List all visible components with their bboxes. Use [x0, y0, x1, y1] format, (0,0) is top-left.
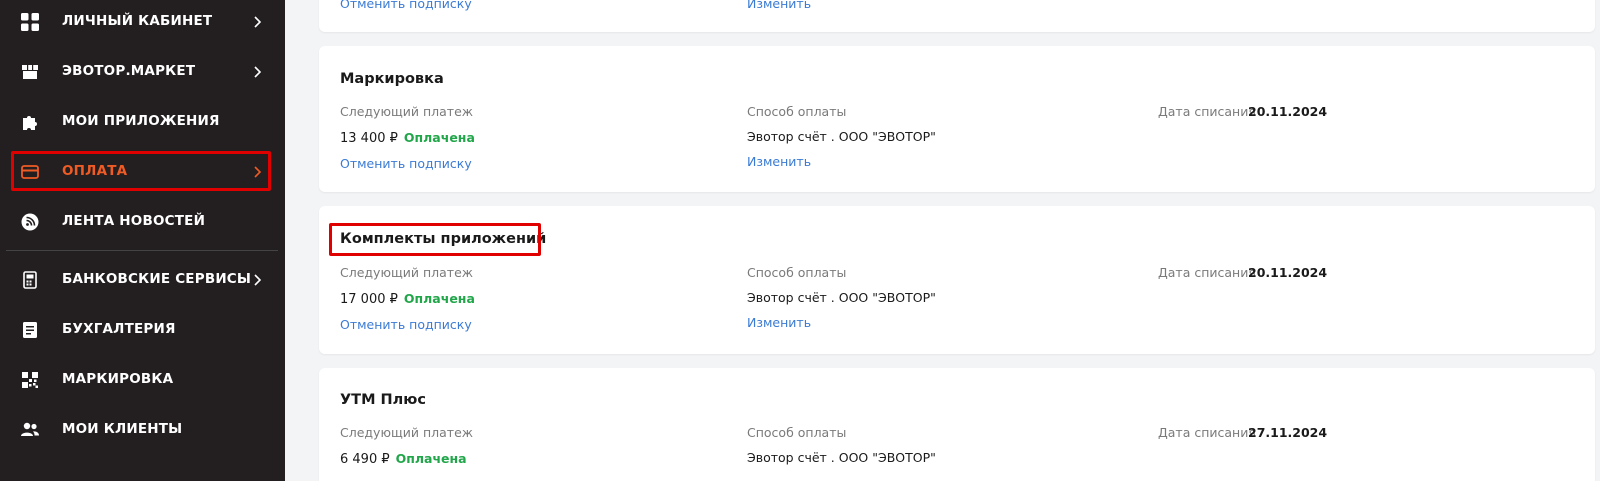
sidebar-item-label: ОПЛАТА	[62, 163, 128, 179]
sidebar-item-label: ЛЕНТА НОВОСТЕЙ	[62, 213, 206, 229]
cancel-subscription-link[interactable]: Отменить подписку	[340, 317, 472, 332]
sidebar-item-label: ЭВОТОР.МАРКЕТ	[62, 63, 196, 79]
puzzle-icon	[20, 112, 40, 132]
store-icon	[20, 62, 40, 82]
sidebar-item-market[interactable]: ЭВОТОР.МАРКЕТ	[0, 50, 285, 94]
sidebar: ЛИЧНЫЙ КАБИНЕТ ЭВОТОР.МАРКЕТ МОИ ПРИЛОЖЕ…	[0, 0, 285, 481]
sidebar-item-label: ЛИЧНЫЙ КАБИНЕТ	[62, 13, 213, 29]
status-badge: Оплачена	[403, 130, 475, 145]
change-payment-link[interactable]: Изменить	[747, 154, 811, 169]
sidebar-item-payment[interactable]: ОПЛАТА	[0, 150, 285, 194]
chevron-right-icon	[254, 166, 262, 178]
card-icon	[20, 162, 40, 182]
card-title: УТМ Плюс	[340, 392, 426, 408]
users-icon	[20, 420, 40, 440]
charge-date-value: 20.11.2024	[1248, 265, 1328, 280]
chevron-right-icon	[254, 274, 262, 286]
change-payment-link[interactable]: Изменить	[747, 315, 811, 330]
chevron-right-icon	[254, 66, 262, 78]
payment-amount: 6 490 ₽ Оплачена	[340, 451, 467, 467]
payment-method-value: Эвотор счёт . ООО "ЭВОТОР"	[747, 450, 936, 465]
payment-method-label: Способ оплаты	[747, 104, 847, 119]
charge-date-label: Дата списания	[1158, 425, 1256, 440]
subscription-card: УТМ Плюс Следующий платеж 6 490 ₽ Оплачен…	[319, 368, 1595, 481]
cancel-subscription-link[interactable]: Отменить подписку	[340, 156, 472, 171]
card-title: Маркировка	[340, 71, 444, 87]
charge-date-label: Дата списания	[1158, 265, 1256, 280]
sidebar-item-bank-services[interactable]: БАНКОВСКИЕ СЕРВИСЫ	[0, 258, 285, 302]
next-payment-label: Следующий платеж	[340, 425, 474, 440]
payment-method-value: Эвотор счёт . ООО "ЭВОТОР"	[747, 290, 936, 305]
feed-icon	[20, 212, 40, 232]
grid-icon	[20, 12, 40, 32]
payment-method-value: Эвотор счёт . ООО "ЭВОТОР"	[747, 129, 936, 144]
subscription-card-partial: Отменить подписку Изменить	[319, 0, 1595, 32]
payment-method-label: Способ оплаты	[747, 425, 847, 440]
change-payment-link[interactable]: Изменить	[747, 0, 811, 11]
sidebar-item-label: МОИ ПРИЛОЖЕНИЯ	[62, 113, 220, 129]
charge-date-value: 20.11.2024	[1248, 104, 1328, 119]
card-title: Комплекты приложений	[340, 231, 547, 247]
payment-method-label: Способ оплаты	[747, 265, 847, 280]
sidebar-divider	[6, 250, 278, 251]
bank-terminal-icon	[20, 270, 40, 290]
main-content: Отменить подписку Изменить Маркировка Сл…	[285, 0, 1600, 481]
qr-code-icon	[20, 370, 40, 390]
sidebar-item-my-apps[interactable]: МОИ ПРИЛОЖЕНИЯ	[0, 100, 285, 144]
next-payment-label: Следующий платеж	[340, 104, 474, 119]
sidebar-item-my-clients[interactable]: МОИ КЛИЕНТЫ	[0, 408, 285, 452]
payment-amount: 13 400 ₽ Оплачена	[340, 130, 475, 146]
next-payment-label: Следующий платеж	[340, 265, 474, 280]
sidebar-item-label: БУХГАЛТЕРИЯ	[62, 321, 176, 337]
subscription-card: Комплекты приложений Следующий платеж 17…	[319, 206, 1595, 354]
sidebar-item-personal-account[interactable]: ЛИЧНЫЙ КАБИНЕТ	[0, 0, 285, 44]
subscription-card: Маркировка Следующий платеж 13 400 ₽ Опла…	[319, 46, 1595, 192]
sidebar-item-marking[interactable]: МАРКИРОВКА	[0, 358, 285, 402]
status-badge: Оплачена	[403, 291, 475, 306]
charge-date-label: Дата списания	[1158, 104, 1256, 119]
cancel-subscription-link[interactable]: Отменить подписку	[340, 0, 472, 11]
sidebar-item-label: БАНКОВСКИЕ СЕРВИСЫ	[62, 271, 252, 287]
status-badge: Оплачена	[395, 451, 467, 466]
payment-amount: 17 000 ₽ Оплачена	[340, 291, 475, 307]
charge-date-value: 27.11.2024	[1248, 425, 1328, 440]
sidebar-item-label: МОИ КЛИЕНТЫ	[62, 421, 183, 437]
chevron-right-icon	[254, 16, 262, 28]
sidebar-item-accounting[interactable]: БУХГАЛТЕРИЯ	[0, 308, 285, 352]
sidebar-item-label: МАРКИРОВКА	[62, 371, 174, 387]
sidebar-item-news-feed[interactable]: ЛЕНТА НОВОСТЕЙ	[0, 200, 285, 244]
receipt-icon	[20, 320, 40, 340]
